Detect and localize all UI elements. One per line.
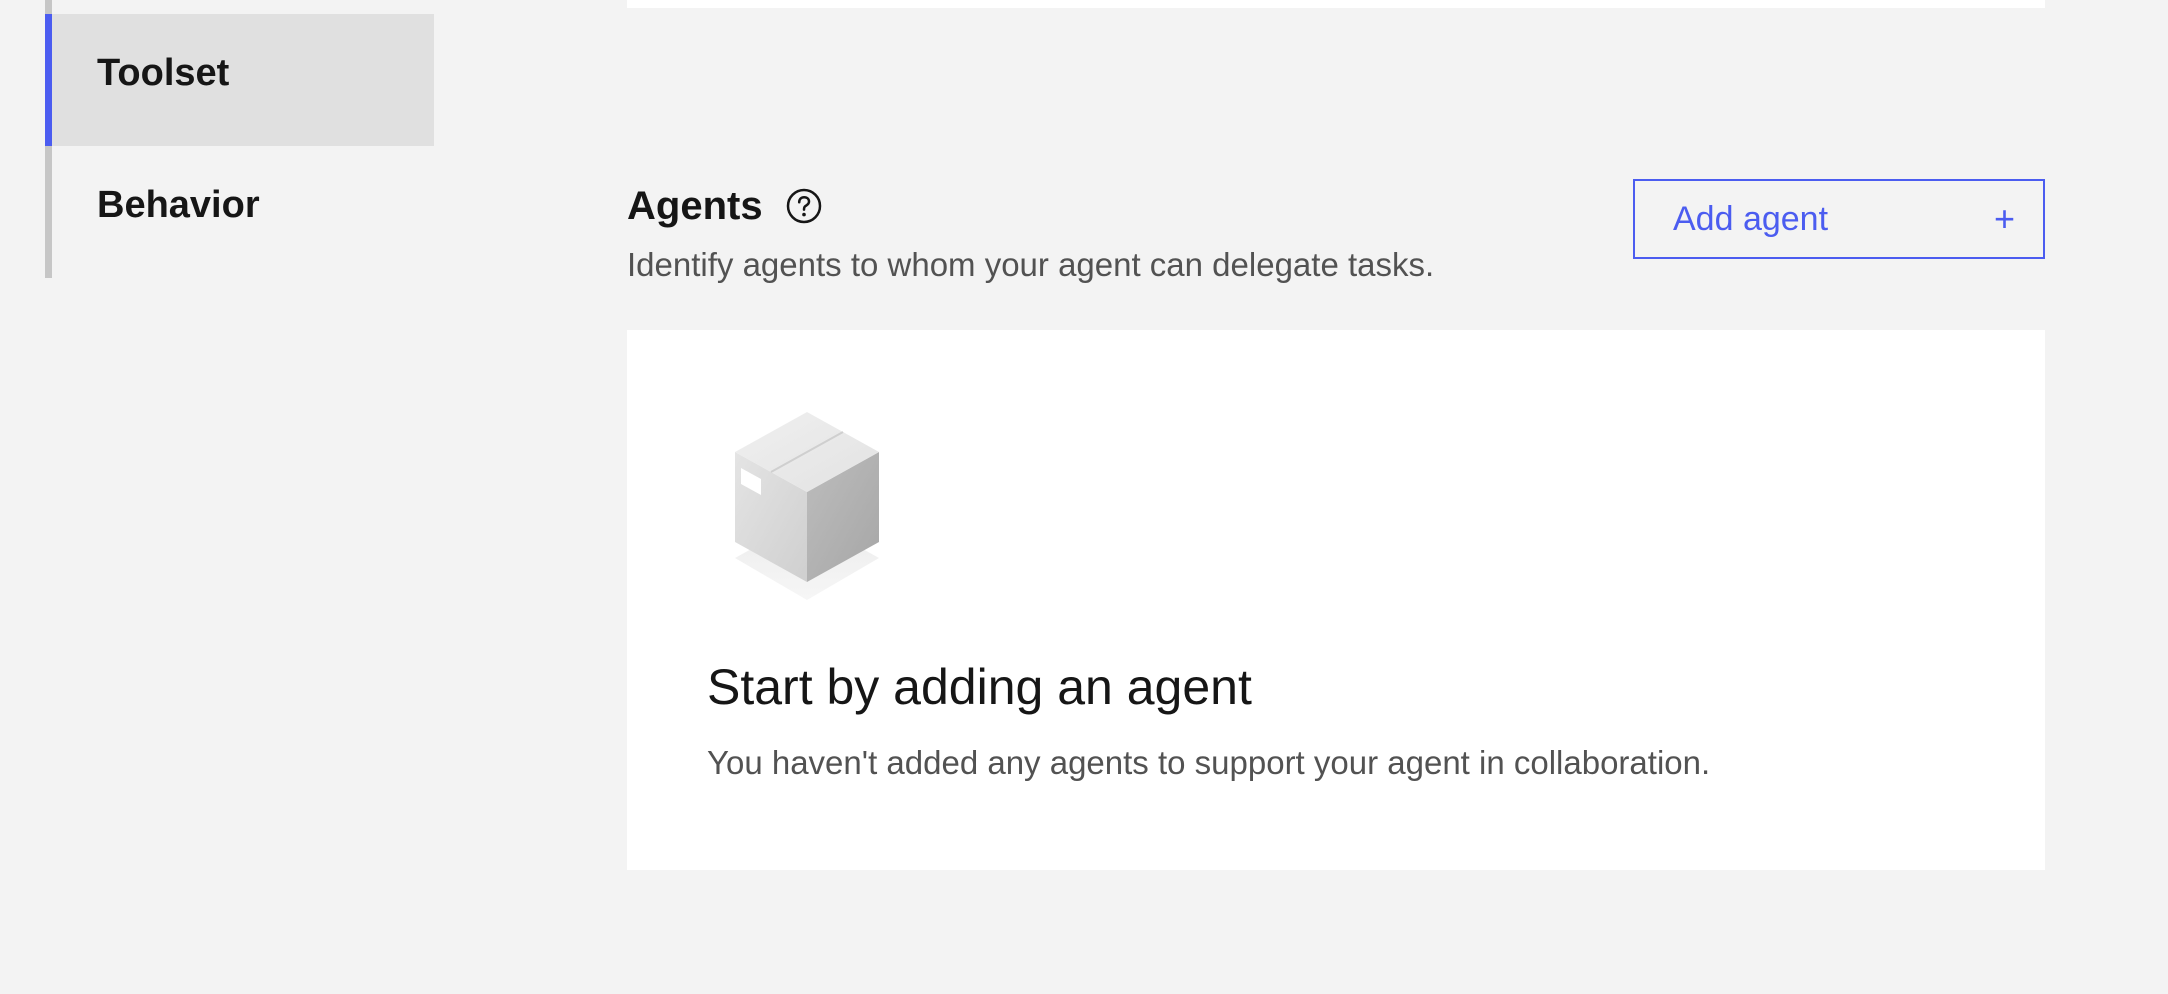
- sidebar-nav: Toolset Behavior: [45, 0, 434, 278]
- sidebar-item-toolset[interactable]: Toolset: [45, 14, 434, 146]
- plus-icon: +: [1993, 198, 2015, 239]
- sidebar-item-behavior[interactable]: Behavior: [45, 146, 434, 278]
- empty-state-description: You haven't added any agents to support …: [707, 744, 1711, 781]
- agents-title-row: Agents: [627, 178, 823, 234]
- empty-state-title: Start by adding an agent: [707, 659, 1252, 715]
- agents-empty-state-card: Start by adding an agent You haven't add…: [627, 330, 2045, 870]
- sidebar-item-label: Behavior: [97, 184, 260, 226]
- page: Toolset Behavior Agents Identify agents …: [0, 0, 2168, 994]
- sidebar-track-top: [45, 0, 52, 14]
- agents-section-title: Agents: [627, 183, 763, 228]
- sidebar-item-label: Toolset: [97, 52, 230, 94]
- agents-section-description: Identify agents to whom your agent can d…: [627, 246, 1435, 283]
- question-circle-icon[interactable]: [785, 187, 823, 225]
- add-agent-button[interactable]: Add agent +: [1633, 179, 2045, 259]
- previous-section-card: [627, 0, 2045, 8]
- box-icon: [727, 410, 887, 610]
- add-agent-button-label: Add agent: [1673, 199, 1829, 238]
